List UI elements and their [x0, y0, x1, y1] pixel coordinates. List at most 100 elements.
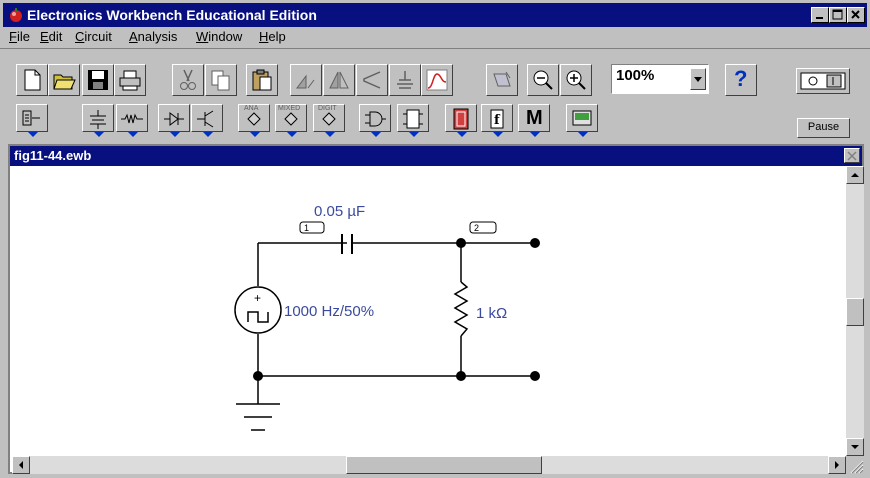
digital-ics-bin-button[interactable]: DIGIT — [313, 104, 345, 137]
circuit-canvas[interactable]: 0.05 µF 1 2 + 1000 Hz/50% 1 kΩ — [10, 166, 846, 456]
pause-label: Pause — [807, 121, 840, 133]
minimize-icon — [816, 17, 823, 19]
title-bar: Electronics Workbench Educational Editio… — [3, 3, 867, 27]
maximize-icon — [832, 9, 843, 20]
power-switch[interactable] — [796, 68, 850, 94]
analog-ics-bin-button[interactable]: ANA — [238, 104, 270, 137]
digital-ic-icon — [322, 112, 336, 126]
resistor[interactable] — [453, 281, 469, 337]
node2-label: 2 — [474, 223, 479, 233]
paste-button[interactable] — [246, 64, 278, 96]
menu-analysis[interactable]: Analysis — [129, 29, 177, 44]
scroll-up-button[interactable] — [846, 166, 864, 184]
favorites-icon — [22, 110, 40, 126]
node2-tag: 2 — [469, 221, 497, 234]
open-button[interactable] — [48, 64, 80, 96]
indicator-icon — [453, 108, 469, 130]
menu-file[interactable]: File — [9, 29, 30, 44]
window-title: Electronics Workbench Educational Editio… — [27, 7, 317, 23]
graph-icon — [426, 69, 448, 91]
app-icon[interactable] — [8, 7, 24, 23]
indicators-bin-button[interactable] — [445, 104, 477, 137]
mixed-ic-icon — [284, 112, 298, 126]
capacitor-label: 0.05 µF — [314, 203, 365, 220]
digital-bin-button[interactable] — [397, 104, 429, 137]
document-close-button[interactable] — [844, 148, 860, 163]
chevron-down-icon — [694, 77, 702, 82]
cut-button[interactable] — [172, 64, 204, 96]
zoom-value: 100% — [616, 67, 655, 84]
arrow-up-icon — [851, 173, 859, 177]
create-subcircuit-button[interactable] — [486, 64, 518, 96]
scroll-left-button[interactable] — [12, 456, 30, 474]
zoom-in-button[interactable] — [560, 64, 592, 96]
diode-icon — [164, 112, 184, 126]
open-folder-icon — [53, 74, 76, 90]
vertical-scroll-thumb[interactable] — [846, 298, 864, 326]
component-properties-button[interactable] — [389, 64, 421, 96]
horizontal-scroll-thumb[interactable] — [346, 456, 542, 474]
power-switch-icon — [800, 72, 846, 90]
sources-bin-button[interactable] — [82, 104, 114, 137]
close-icon — [851, 10, 860, 19]
instruments-bin-button[interactable] — [566, 104, 598, 137]
menu-help[interactable]: Help — [259, 29, 286, 44]
rotate-icon — [296, 74, 315, 89]
flip-vertical-button[interactable] — [356, 64, 388, 96]
help-label: ? — [734, 66, 748, 91]
favorites-bin-button[interactable] — [16, 104, 48, 137]
new-button[interactable] — [16, 64, 48, 96]
help-button[interactable]: ? — [725, 64, 757, 96]
basic-bin-button[interactable] — [116, 104, 148, 137]
resistor-label: 1 kΩ — [476, 305, 507, 322]
zoom-out-button[interactable] — [527, 64, 559, 96]
close-button[interactable] — [847, 7, 865, 23]
flip-vertical-icon — [363, 71, 381, 89]
vertical-scrollbar[interactable] — [846, 166, 864, 456]
save-button[interactable] — [82, 64, 114, 96]
controls-bin-button[interactable]: f — [481, 104, 513, 137]
menu-window[interactable]: Window — [196, 29, 242, 44]
clock-source[interactable]: + — [234, 286, 282, 334]
logic-gates-bin-button[interactable] — [359, 104, 391, 137]
minimize-button[interactable] — [811, 7, 829, 23]
maximize-button[interactable] — [829, 7, 847, 23]
menu-edit[interactable]: Edit — [40, 29, 62, 44]
scroll-down-button[interactable] — [846, 438, 864, 456]
toolbar-divider — [0, 48, 870, 49]
rotate-button[interactable] — [290, 64, 322, 96]
save-disk-icon — [88, 70, 108, 90]
component-properties-icon — [397, 71, 413, 89]
resistor-icon — [121, 113, 143, 124]
diodes-bin-button[interactable] — [158, 104, 190, 137]
controls-icon: f — [490, 109, 504, 129]
print-button[interactable] — [114, 64, 146, 96]
miscellaneous-bin-button[interactable]: M — [518, 104, 550, 137]
zoom-in-icon — [566, 70, 586, 90]
horizontal-scrollbar[interactable] — [12, 456, 846, 474]
paste-clipboard-icon — [252, 69, 272, 91]
ground[interactable] — [236, 403, 280, 431]
flip-horizontal-button[interactable] — [323, 64, 355, 96]
resize-grip-icon[interactable] — [846, 456, 864, 474]
zoom-dropdown-button[interactable] — [690, 68, 706, 90]
copy-button[interactable] — [205, 64, 237, 96]
pause-button[interactable]: Pause — [797, 118, 850, 138]
copy-icon — [211, 70, 230, 91]
transistors-bin-button[interactable] — [191, 104, 223, 137]
arrow-right-icon — [835, 461, 839, 469]
menu-circuit[interactable]: Circuit — [75, 29, 112, 44]
menu-bar: File Edit Circuit Analysis Window Help — [3, 27, 867, 47]
instruments-icon — [572, 110, 592, 126]
subcircuit-icon — [493, 71, 511, 87]
flip-horizontal-icon — [329, 71, 349, 89]
analysis-graphs-button[interactable] — [421, 64, 453, 96]
flipflop-icon — [403, 109, 423, 129]
mixed-ics-bin-button[interactable]: MIXED — [275, 104, 307, 137]
node1-label: 1 — [304, 223, 309, 233]
zoom-select[interactable]: 100% — [611, 64, 709, 94]
scroll-right-button[interactable] — [828, 456, 846, 474]
transistor-icon — [197, 110, 214, 128]
svg-text:+: + — [254, 291, 261, 305]
printer-icon — [119, 70, 141, 91]
